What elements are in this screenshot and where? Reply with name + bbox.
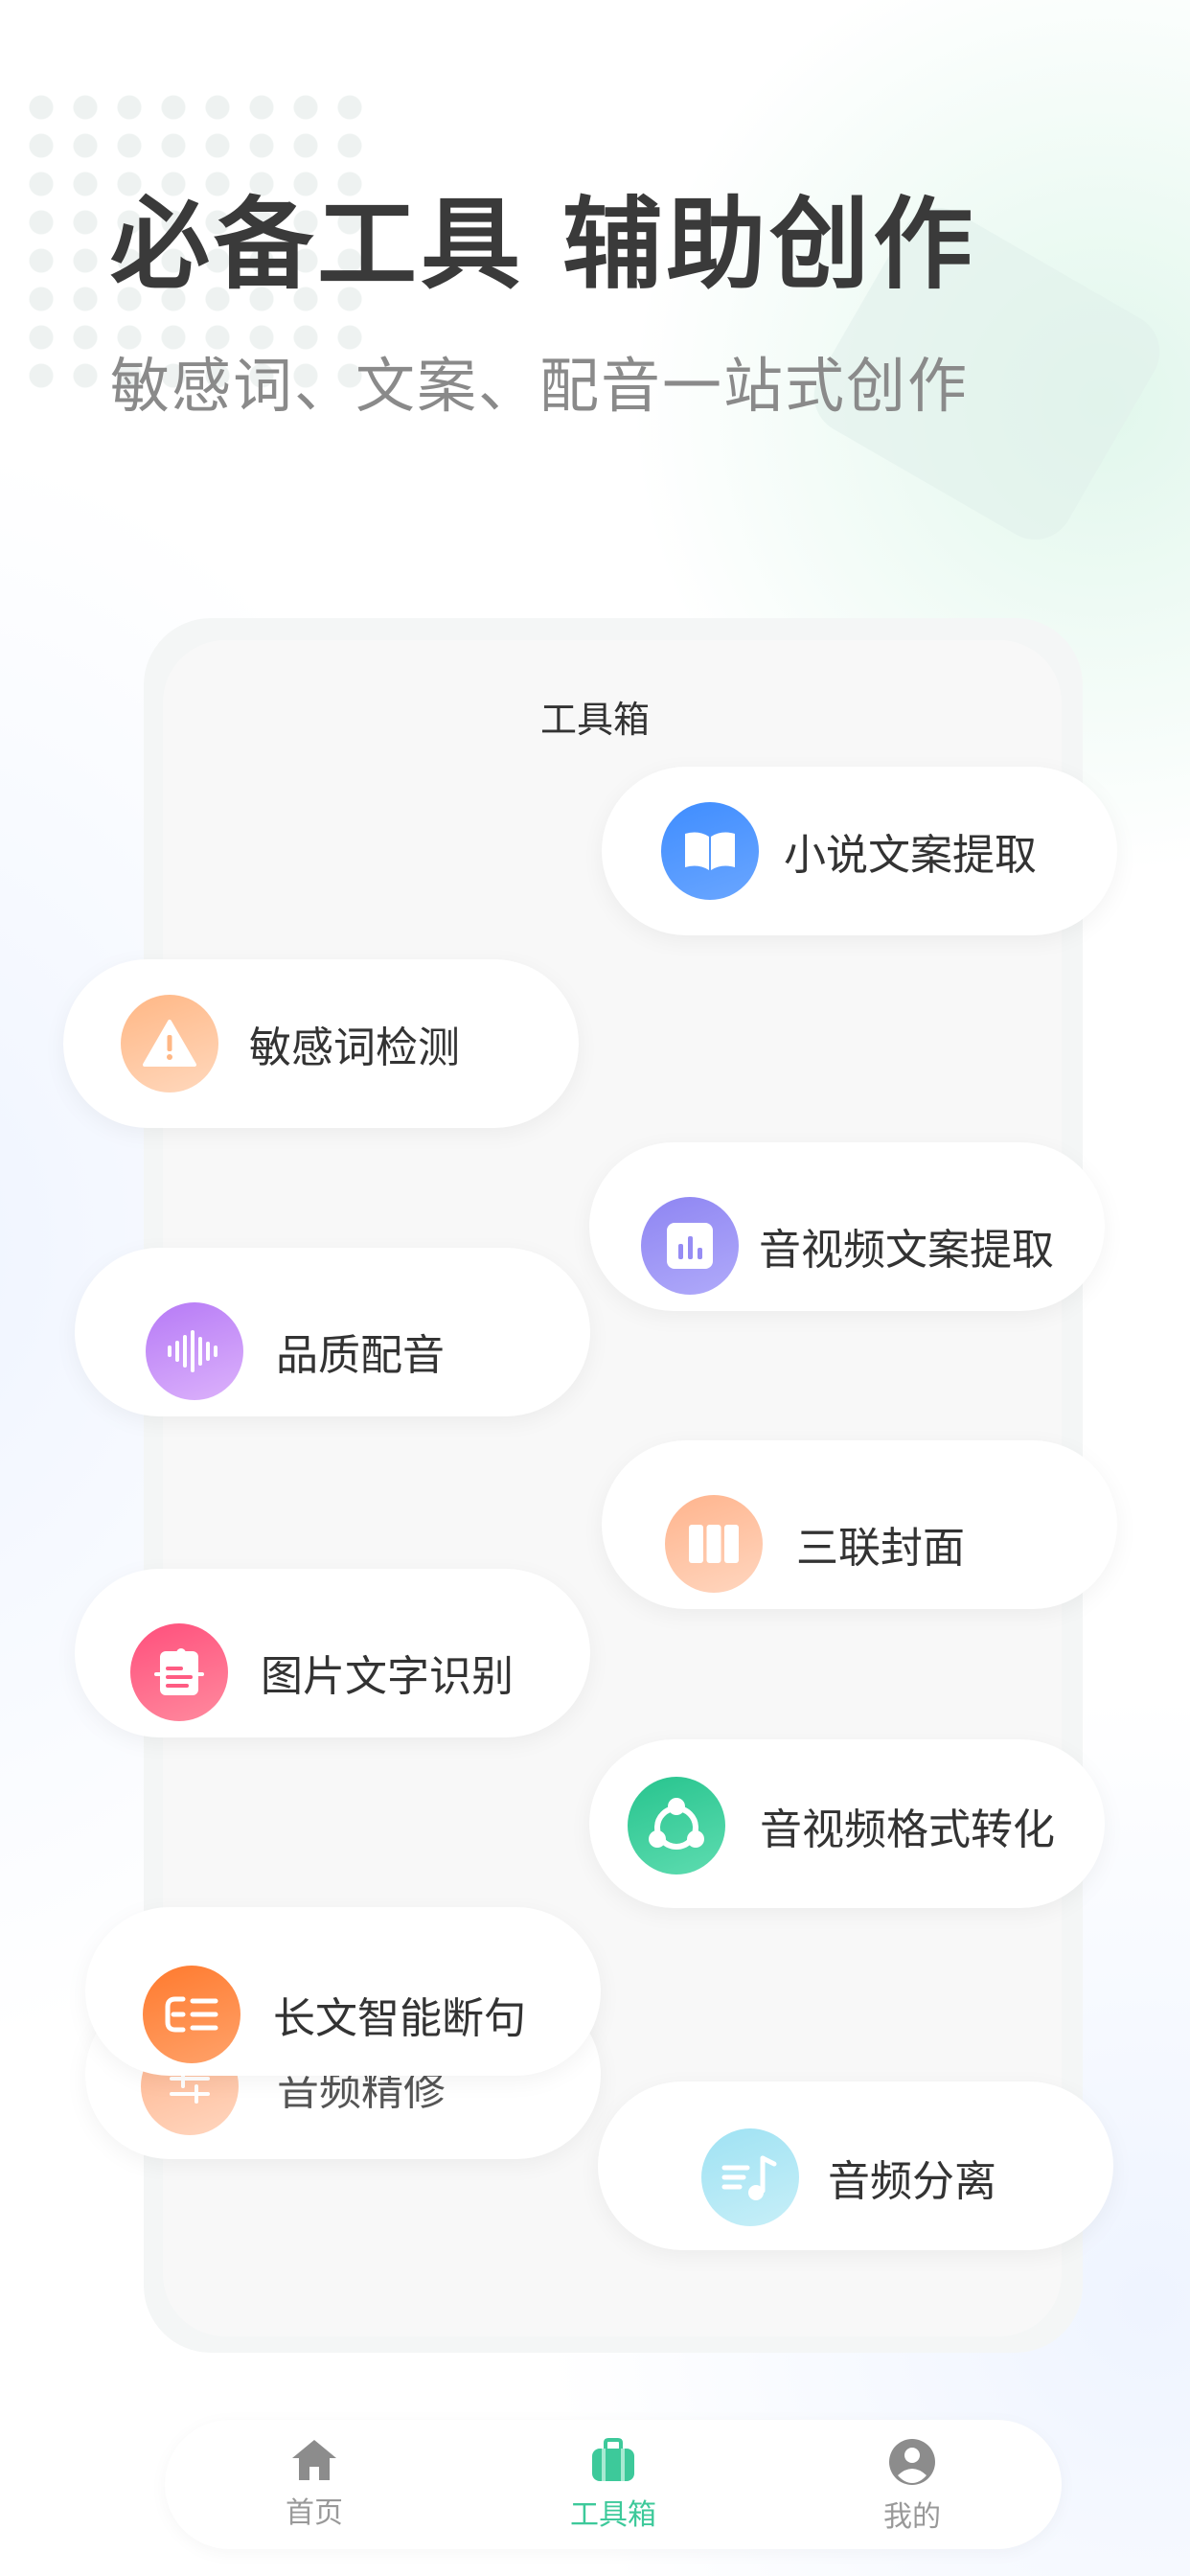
- tool-novel-copy-extract[interactable]: 小说文案提取: [602, 767, 1117, 935]
- tool-label: 敏感词检测: [249, 1024, 460, 1072]
- page-subtitle: 敏感词、文案、配音一站式创作: [110, 351, 970, 421]
- tool-label: 小说文案提取: [784, 831, 1037, 880]
- tool-label: 图片文字识别: [261, 1652, 514, 1701]
- panel-title: 工具箱: [539, 699, 650, 741]
- page-headline: 必备工具 辅助创作: [110, 186, 977, 303]
- tool-quality-dubbing[interactable]: 品质配音: [75, 1248, 590, 1416]
- tool-image-text-ocr[interactable]: 图片文字识别: [75, 1569, 590, 1737]
- tool-label: 长文智能断句: [273, 1994, 526, 2043]
- warning-icon: [121, 995, 218, 1092]
- tool-long-text-sentence-split[interactable]: 长文智能断句: [85, 1907, 601, 2076]
- tool-audio-separation[interactable]: 音频分离: [598, 2082, 1113, 2250]
- book-icon: [661, 802, 759, 900]
- bottom-nav: 首页 工具箱 我的: [165, 2420, 1062, 2549]
- convert-cycle-icon: [628, 1777, 725, 1874]
- tool-av-copy-extract[interactable]: 音视频文案提取: [589, 1142, 1105, 1311]
- tool-label: 音视频格式转化: [760, 1806, 1055, 1854]
- toolbox-icon: [592, 2438, 634, 2481]
- nav-label-profile: 我的: [883, 2500, 941, 2534]
- profile-icon: [889, 2439, 935, 2485]
- ocr-document-icon: [130, 1623, 228, 1721]
- tool-label: 品质配音: [276, 1331, 445, 1380]
- nav-label-home: 首页: [286, 2496, 343, 2530]
- nav-item-profile[interactable]: 我的: [816, 2437, 1008, 2542]
- sentence-split-icon: [143, 1966, 240, 2063]
- tool-label: 三联封面: [796, 1524, 965, 1573]
- tool-triptych-cover[interactable]: 三联封面: [602, 1440, 1117, 1609]
- music-note-icon: [701, 2128, 799, 2226]
- nav-item-home[interactable]: 首页: [218, 2437, 410, 2542]
- tool-label: 音视频文案提取: [759, 1226, 1054, 1275]
- nav-label-toolbox: 工具箱: [570, 2498, 656, 2532]
- home-icon: [292, 2440, 336, 2480]
- nav-item-toolbox[interactable]: 工具箱: [517, 2437, 709, 2542]
- tool-av-format-convert[interactable]: 音视频格式转化: [589, 1739, 1105, 1908]
- tool-label: 音频分离: [828, 2157, 996, 2206]
- bar-chart-icon: [641, 1197, 739, 1295]
- triptych-icon: [665, 1495, 763, 1593]
- tool-sensitive-word-check[interactable]: 敏感词检测: [63, 959, 579, 1128]
- sound-wave-icon: [146, 1302, 243, 1400]
